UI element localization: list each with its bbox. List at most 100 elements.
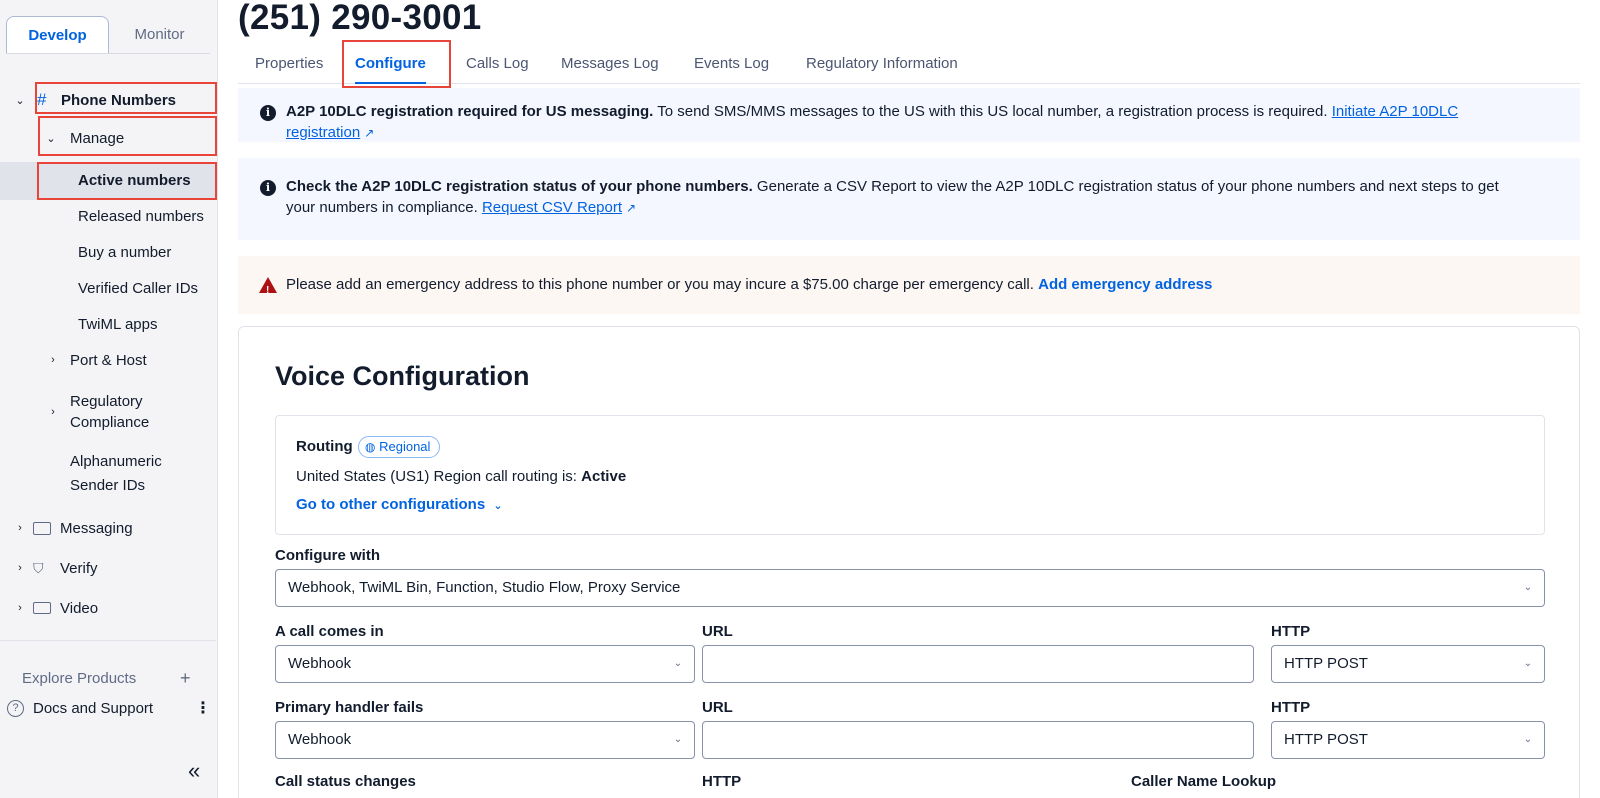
tab-regulatory-information[interactable]: Regulatory Information (806, 44, 958, 84)
routing-status: United States (US1) Region call routing … (296, 468, 626, 485)
sidebar-divider (0, 640, 216, 641)
call-comes-in-label: A call comes in (275, 623, 384, 640)
sidebar-item-label: Alphanumeric Sender IDs (70, 450, 162, 498)
call-status-changes-label: Call status changes (275, 773, 416, 790)
sidebar-item-label: Regulatory Compliance (70, 391, 149, 433)
http-label: HTTP (1271, 623, 1311, 640)
sidebar-item-twiml-apps[interactable]: TwiML apps (0, 312, 218, 336)
primary-handler-http-select[interactable]: HTTP POST ⌄ (1271, 721, 1545, 759)
other-configurations-link[interactable]: Go to other configurations ⌄ (296, 496, 503, 513)
url-label: URL (702, 623, 733, 640)
info-icon: i (260, 105, 276, 121)
tab-calls-log[interactable]: Calls Log (466, 44, 529, 84)
sidebar-item-video[interactable]: › Video (0, 596, 218, 620)
sidebar-item-label: Messaging (60, 519, 133, 537)
http-label: HTTP (702, 773, 742, 790)
tab-events-log[interactable]: Events Log (694, 44, 769, 84)
request-csv-report-link[interactable]: Request CSV Report (482, 199, 622, 216)
sidebar-item-buy-number[interactable]: Buy a number (0, 240, 218, 264)
sidebar-item-label: Port & Host (70, 351, 147, 369)
collapse-sidebar-icon[interactable]: « (188, 758, 200, 784)
highlight-box-phone-numbers (35, 82, 217, 114)
routing-status-text: United States (US1) Region call routing … (296, 468, 582, 485)
tab-messages-log[interactable]: Messages Log (561, 44, 659, 84)
help-icon: ? (7, 699, 24, 717)
sidebar-item-label: Buy a number (78, 243, 172, 261)
regional-badge-label: Regional (379, 439, 431, 454)
chevron-down-icon: ⌄ (1523, 658, 1533, 669)
banner-bold-text: A2P 10DLC registration required for US m… (286, 103, 654, 120)
more-vertical-icon[interactable]: ⋮ (195, 698, 211, 718)
configure-with-select[interactable]: Webhook, TwiML Bin, Function, Studio Flo… (275, 569, 1545, 607)
highlight-box-configure-tab (342, 40, 451, 88)
chevron-down-icon: ⌄ (673, 734, 683, 745)
regional-badge: ◍ Regional (358, 436, 441, 458)
primary-handler-fails-value: Webhook (288, 731, 352, 748)
docs-support-row[interactable]: ? Docs and Support ⋮ (0, 696, 218, 720)
configure-with-label: Configure with (275, 547, 380, 564)
warning-icon-mark: ! (266, 285, 270, 296)
chevron-right-icon: › (18, 522, 22, 534)
shield-check-icon: ⛉ (33, 559, 44, 576)
explore-products-label: Explore Products (22, 669, 137, 687)
voice-configuration-title: Voice Configuration (275, 361, 530, 391)
call-comes-in-select[interactable]: Webhook ⌄ (275, 645, 695, 683)
explore-products-row: Explore Products + (0, 666, 218, 690)
http-method-value: HTTP POST (1284, 655, 1368, 672)
primary-handler-url-input[interactable] (702, 721, 1254, 759)
chevron-right-icon: › (18, 602, 22, 614)
url-label: URL (702, 699, 733, 716)
plus-icon[interactable]: + (180, 668, 191, 689)
tab-monitor[interactable]: Monitor (109, 16, 210, 53)
tab-properties[interactable]: Properties (255, 44, 323, 84)
highlight-box-active-numbers (37, 162, 217, 200)
sidebar-tabs: Develop Monitor (6, 16, 210, 54)
primary-handler-fails-select[interactable]: Webhook ⌄ (275, 721, 695, 759)
primary-handler-fails-label: Primary handler fails (275, 699, 424, 716)
sidebar-item-label: Verified Caller IDs (78, 279, 199, 297)
banner-body-text: Please add an emergency address to this … (286, 276, 1039, 293)
call-comes-in-http-select[interactable]: HTTP POST ⌄ (1271, 645, 1545, 683)
banner-text: Check the A2P 10DLC registration status … (286, 176, 1520, 219)
sidebar-item-label: Released numbers (78, 207, 204, 225)
info-icon: i (260, 180, 276, 196)
tab-develop[interactable]: Develop (6, 16, 109, 53)
emergency-address-banner: ! Please add an emergency address to thi… (238, 256, 1580, 314)
sidebar-item-label: Video (60, 599, 99, 617)
call-comes-in-url-input[interactable] (702, 645, 1254, 683)
sidebar-item-label-line-2: Sender IDs (70, 477, 146, 494)
docs-support-label: Docs and Support (33, 699, 154, 717)
voice-configuration-card: Voice Configuration Routing ◍ Regional U… (238, 326, 1580, 798)
chevron-down-icon: ⌄ (15, 94, 25, 107)
sidebar-item-verify[interactable]: › ⛉ Verify (0, 556, 218, 580)
sidebar-item-alphanumeric-sender-ids[interactable]: Alphanumeric Sender IDs (0, 450, 218, 498)
sidebar-item-messaging[interactable]: › Messaging (0, 516, 218, 540)
chevron-down-icon: ⌄ (673, 658, 683, 669)
sidebar-item-label: Verify (60, 559, 98, 577)
sidebar-item-label-line-1: Regulatory (70, 393, 143, 410)
chevron-down-icon: ⌄ (1523, 582, 1533, 593)
routing-label: Routing (296, 438, 353, 455)
external-link-icon: ↗ (364, 126, 375, 140)
sidebar-item-released-numbers[interactable]: Released numbers (0, 204, 218, 228)
routing-status-value: Active (581, 468, 627, 485)
add-emergency-address-link[interactable]: Add emergency address (1038, 276, 1212, 293)
http-label: HTTP (1271, 699, 1311, 716)
sidebar-item-regulatory-compliance[interactable]: › Regulatory Compliance (0, 388, 218, 436)
sidebar-item-label-line-2: Compliance (70, 414, 150, 431)
sidebar-item-label-line-1: Alphanumeric (70, 453, 162, 470)
sidebar-item-port-host[interactable]: › Port & Host (0, 348, 218, 372)
banner-bold-text: Check the A2P 10DLC registration status … (286, 178, 753, 195)
external-link-icon: ↗ (626, 201, 637, 215)
sidebar-item-verified-caller-ids[interactable]: Verified Caller IDs (0, 276, 218, 300)
chevron-right-icon: › (51, 406, 55, 418)
chat-icon (33, 521, 51, 535)
a2p-status-banner: i Check the A2P 10DLC registration statu… (238, 158, 1580, 240)
banner-text: Please add an emergency address to this … (286, 274, 1520, 295)
routing-box: Routing ◍ Regional United States (US1) R… (275, 415, 1545, 535)
http-method-value: HTTP POST (1284, 731, 1368, 748)
video-icon (33, 602, 51, 614)
caller-name-lookup-label: Caller Name Lookup (1131, 773, 1277, 790)
call-comes-in-value: Webhook (288, 655, 352, 672)
sidebar: Develop Monitor ⌄ # Phone Numbers ⌄ Mana… (0, 0, 218, 798)
